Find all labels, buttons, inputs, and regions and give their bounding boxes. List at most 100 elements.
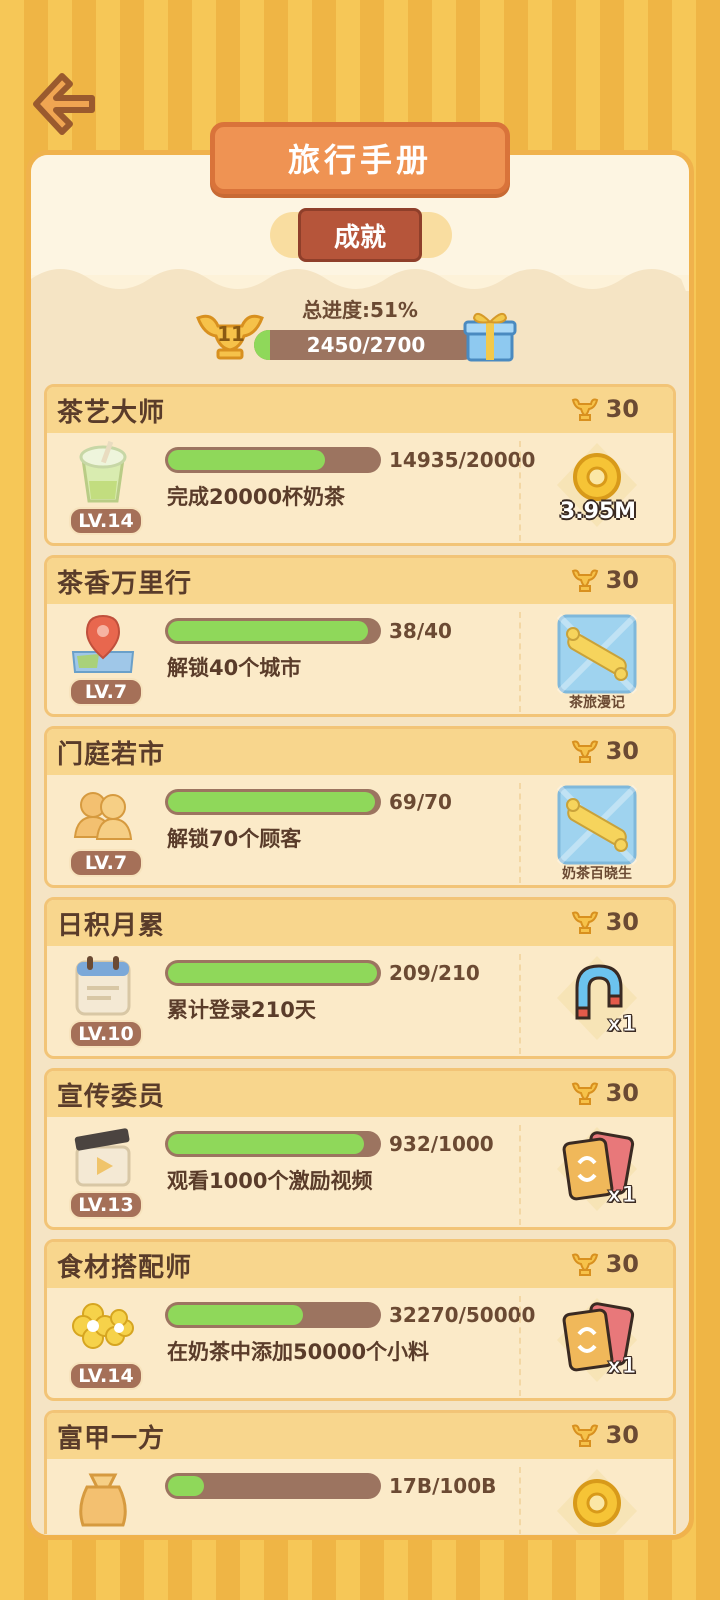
reward-quantity: x1 [607,1012,637,1038]
achievement-level-badge: LV.10 [69,1020,143,1048]
achievement-title: 宣传委员 [57,1081,166,1112]
milk-tea-cup-icon [69,440,137,505]
total-progress-count: 2450/2700 [306,333,426,357]
tab-achievements[interactable]: 成就 [298,208,422,262]
achievement-progress-count: 17B/100B [389,1474,497,1498]
achievement-points: 30 [570,566,639,594]
achievement-progress-bar [165,1473,381,1499]
achievement-points: 30 [570,395,639,423]
achievement-points: 30 [570,1079,639,1107]
achievement-description: 观看1000个激励视频 [167,1169,373,1193]
achievement-progress-count: 32270/50000 [389,1303,536,1327]
trophy-points-icon [571,740,598,763]
money-bag-icon [69,1467,137,1531]
achievement-progress-count: 932/1000 [389,1132,494,1156]
trophy-points-icon [571,1082,598,1105]
achievement-card[interactable]: 门庭若市 30 LV.7 69/70 解锁70个顾客 奶茶百晓生 [44,726,676,888]
achievement-progress-count: 209/210 [389,961,480,985]
achievement-level-badge: LV.13 [69,1191,143,1219]
achievement-points-value: 30 [605,908,639,936]
gift-box-icon[interactable] [462,308,518,364]
achievement-progress-count: 14935/20000 [389,448,536,472]
map-pin-icon [69,612,137,676]
reward-quantity: x1 [607,1183,637,1209]
achievement-progress-fill [168,450,325,470]
achievement-description: 完成20000杯奶茶 [167,485,346,509]
achievement-header: 茶香万里行 30 [47,558,673,604]
achievement-title: 食材搭配师 [57,1252,193,1283]
achievement-description: 解锁70个顾客 [167,827,302,851]
achievement-points-value: 30 [605,1079,639,1107]
achievement-progress-fill [168,1305,304,1325]
achievement-header: 宣传委员 30 [47,1071,673,1117]
trophy-points-icon [571,911,598,934]
achievement-points-value: 30 [605,1421,639,1449]
page-title: 旅行手册 [210,122,510,194]
achievement-header: 茶艺大师 30 [47,387,673,433]
achievement-description: 解锁40个城市 [167,656,302,680]
achievement-progress-fill [168,963,377,983]
achievement-level-badge: LV.7 [69,849,143,877]
achievement-progress-bar [165,447,381,473]
reward-quantity: x1 [607,1354,637,1380]
achievement-card[interactable]: 宣传委员 30 LV.13 932/1000 观看1000个激励视频 x1 [44,1068,676,1230]
achievement-header: 食材搭配师 30 [47,1242,673,1288]
achievement-card[interactable]: 茶艺大师 30 LV.14 14935/20000 完成20000杯奶茶 3.95M [44,384,676,546]
scroll-card-icon[interactable] [553,610,641,702]
achievement-points: 30 [570,737,639,765]
achievement-header: 门庭若市 30 [47,729,673,775]
card-divider [519,783,521,883]
total-progress-label: 总进度:51% [302,298,418,322]
achievement-level-badge: LV.7 [69,678,143,706]
achievement-progress-fill [168,1134,364,1154]
card-divider [519,1125,521,1225]
achievement-progress-bar [165,1131,381,1157]
scroll-card-icon[interactable] [553,781,641,873]
achievement-progress-bar [165,1302,381,1328]
achievement-progress-bar [165,789,381,815]
achievement-title: 日积月累 [57,910,166,941]
card-divider [519,1296,521,1396]
video-clapper-icon [69,1125,137,1189]
card-divider [519,1467,521,1534]
achievement-description: 在奶茶中添加50000个小料 [167,1340,430,1364]
achievement-progress-fill [168,792,376,812]
back-button[interactable] [28,68,100,140]
achievement-points-value: 30 [605,1250,639,1278]
card-divider [519,441,521,541]
back-arrow-icon [33,73,95,135]
coin-icon[interactable] [553,1465,641,1534]
achievement-points-value: 30 [605,566,639,594]
achievement-title: 门庭若市 [57,739,166,770]
player-trophy-level: 11 [217,322,245,346]
achievement-header: 日积月累 30 [47,900,673,946]
achievement-title: 茶香万里行 [57,568,193,599]
achievement-header: 富甲一方 30 [47,1413,673,1459]
trophy-points-icon [571,1253,598,1276]
trophy-points-icon [571,1424,598,1447]
achievement-card[interactable]: 富甲一方 30 17B/100B [44,1410,676,1534]
achievement-progress-count: 38/40 [389,619,452,643]
achievement-level-badge: LV.14 [69,507,143,535]
reward-amount: 3.95M [559,499,637,524]
achievement-progress-fill [168,621,368,641]
customers-icon [69,783,137,847]
reward-caption: 茶旅漫记 [569,695,625,711]
achievement-title: 茶艺大师 [57,397,166,428]
achievement-card[interactable]: 茶香万里行 30 LV.7 38/40 解锁40个城市茶旅漫记 [44,555,676,717]
achievement-card[interactable]: 食材搭配师 30 LV.14 32270/50000 在奶茶中添加50000个小料 x1 [44,1239,676,1401]
trophy-points-icon [571,569,598,592]
trophy-points-icon [571,398,598,421]
achievement-points-value: 30 [605,395,639,423]
achievement-points: 30 [570,1250,639,1278]
achievement-progress-bar [165,960,381,986]
achievement-title: 富甲一方 [57,1423,166,1454]
achievement-description: 累计登录210天 [167,998,316,1022]
achievement-card[interactable]: 日积月累 30 LV.10 209/210 累计登录210天 x1 [44,897,676,1059]
calendar-icon [69,954,137,1018]
reward-caption: 奶茶百晓生 [562,866,632,882]
achievement-progress-fill [168,1476,204,1496]
card-divider [519,612,521,712]
achievement-points: 30 [570,908,639,936]
achievement-points-value: 30 [605,737,639,765]
